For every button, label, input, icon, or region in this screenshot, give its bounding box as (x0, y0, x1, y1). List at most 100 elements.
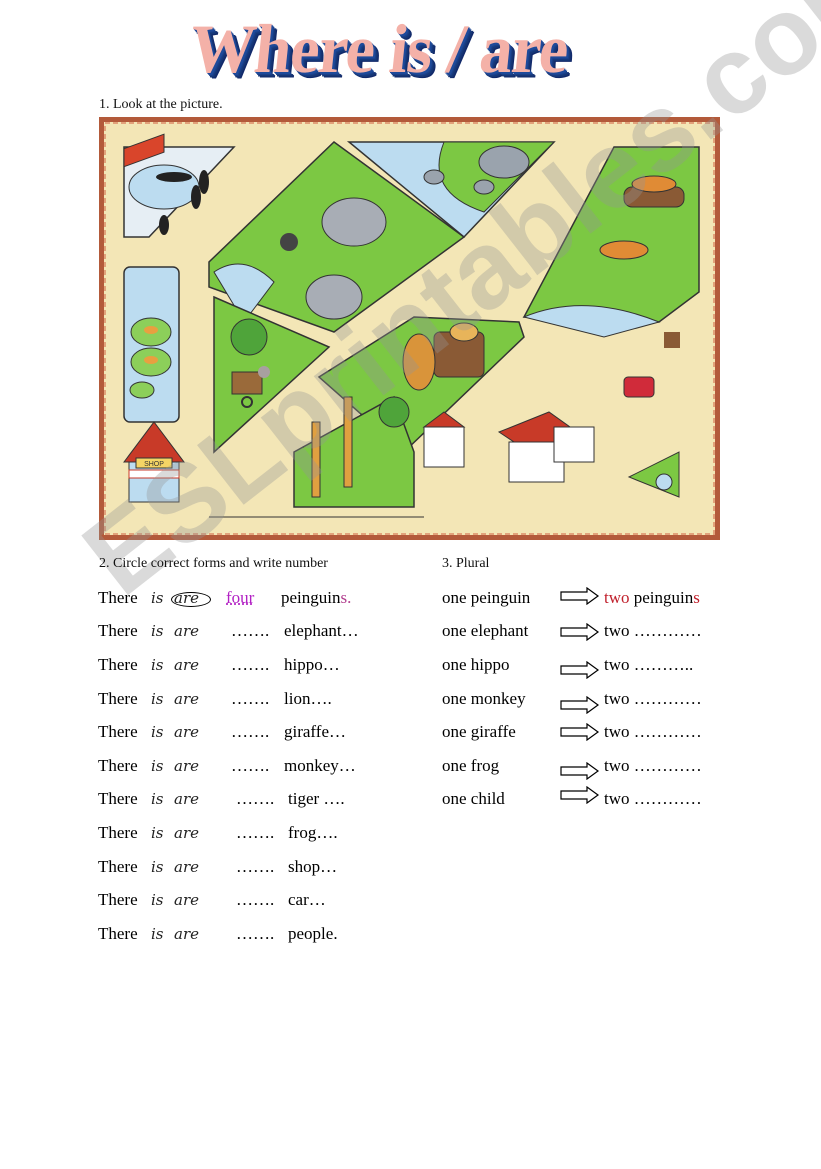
exercise-row: There is are ……. frog…. (98, 820, 418, 846)
noun: frog…. (288, 820, 338, 846)
option-are[interactable]: are (174, 652, 199, 678)
right-arrow-icon (560, 785, 600, 812)
there-word: There (98, 722, 138, 741)
cafe-area (497, 332, 680, 498)
plural-row: one elephant two ………… (442, 618, 732, 644)
hippo (473, 179, 495, 195)
option-is[interactable]: is (151, 887, 164, 913)
elephant (321, 197, 387, 247)
treehouse (231, 371, 263, 395)
plural-row: one hippo two ……….. (442, 652, 732, 680)
singular-noun: one monkey (442, 689, 526, 708)
section3-label: 3. Plural (442, 556, 490, 571)
noun-stem: tiger …. (288, 789, 345, 808)
number-blank[interactable]: ……. (231, 618, 269, 644)
right-arrow-icon (560, 660, 600, 687)
two-word: two (604, 789, 630, 808)
option-are[interactable]: are (174, 854, 199, 880)
giraffe (311, 421, 321, 498)
noun-stem: frog…. (288, 823, 338, 842)
section2-label: 2. Circle correct forms and write number (99, 556, 328, 571)
number-blank[interactable]: ……. (236, 786, 274, 812)
noun: car… (288, 887, 326, 913)
number-blank[interactable]: ……. (236, 921, 274, 947)
there-word: There (98, 756, 138, 775)
frog (144, 326, 158, 334)
option-are[interactable]: are (174, 921, 199, 947)
exercise-row: There is are ……. giraffe… (98, 719, 418, 745)
number-blank[interactable]: ……. (231, 719, 269, 745)
number-blank[interactable]: ……. (236, 854, 274, 880)
tree (378, 396, 410, 428)
two-word: two (604, 722, 630, 741)
plural-answer[interactable]: two ………… (604, 719, 702, 745)
tree (230, 318, 268, 356)
fountain (655, 473, 673, 491)
penguin (199, 170, 209, 194)
noun-stem: giraffe… (284, 722, 346, 741)
plural-row: one child two ………… (442, 785, 732, 812)
plural-answer[interactable]: two ………… (604, 618, 702, 644)
option-is[interactable]: is (151, 753, 164, 779)
plural-row: one monkey two ………… (442, 686, 732, 715)
number-blank[interactable]: ……. (231, 652, 269, 678)
number-blank[interactable]: four (226, 585, 254, 611)
penguin (156, 172, 192, 182)
noun: tiger …. (288, 786, 345, 812)
option-are[interactable]: are (174, 786, 199, 812)
option-are[interactable]: are (174, 820, 199, 846)
option-are[interactable]: are (174, 618, 199, 644)
bench (664, 332, 680, 348)
title-text: Where is / are (186, 11, 572, 88)
noun-stem: car… (288, 890, 326, 909)
option-is[interactable]: is (151, 652, 164, 678)
penguin (159, 215, 169, 235)
tiger (631, 175, 677, 193)
there-word: There (98, 890, 138, 909)
exercise-row: There is are four peinguins. (98, 585, 418, 611)
noun-stem: monkey… (284, 756, 356, 775)
zoo-picture: SHOP (99, 117, 720, 540)
option-is[interactable]: is (151, 618, 164, 644)
two-word: two (604, 655, 630, 674)
singular-noun: one child (442, 789, 505, 808)
plural-answer[interactable]: two ………… (604, 786, 702, 812)
option-is[interactable]: is (151, 820, 164, 846)
plural-answer[interactable]: two peinguins (604, 585, 700, 611)
right-arrow-icon (560, 622, 600, 649)
right-arrow-icon (560, 722, 600, 749)
plural-noun: ………… (633, 722, 702, 741)
two-word: two (604, 588, 630, 607)
singular-noun: one peinguin (442, 588, 531, 607)
number-blank[interactable]: ……. (231, 686, 269, 712)
noun: people. (288, 921, 338, 947)
lion (402, 333, 436, 391)
number-blank[interactable]: ……. (236, 820, 274, 846)
option-is[interactable]: is (151, 686, 164, 712)
plural-answer[interactable]: two ……….. (604, 652, 693, 678)
number-blank[interactable]: ……. (231, 753, 269, 779)
option-are[interactable]: are (174, 887, 199, 913)
number-blank[interactable]: ……. (236, 887, 274, 913)
exercise-row: There is are ……. elephant… (98, 618, 418, 644)
singular-noun: one frog (442, 756, 500, 775)
plural-answer[interactable]: two ………… (604, 686, 702, 712)
giraffe (343, 396, 353, 488)
exercise-row: There is are ……. shop… (98, 854, 418, 880)
option-are[interactable]: are (174, 753, 199, 779)
option-are[interactable]: are (174, 686, 199, 712)
option-is[interactable]: is (151, 585, 164, 611)
option-are[interactable]: are (174, 719, 199, 745)
option-is[interactable]: is (151, 854, 164, 880)
plural-row: one giraffe two ………… (442, 719, 732, 745)
circle-mark (171, 592, 211, 607)
exercise-row: There is are ……. people. (98, 921, 418, 947)
option-is[interactable]: is (151, 719, 164, 745)
plural-row: one frog two ………… (442, 753, 732, 781)
noun-stem: peinguin (281, 588, 341, 607)
plural-noun: ………… (633, 689, 702, 708)
option-is[interactable]: is (151, 921, 164, 947)
plural-answer[interactable]: two ………… (604, 753, 702, 779)
option-is[interactable]: is (151, 786, 164, 812)
noun: peinguins. (281, 585, 351, 611)
